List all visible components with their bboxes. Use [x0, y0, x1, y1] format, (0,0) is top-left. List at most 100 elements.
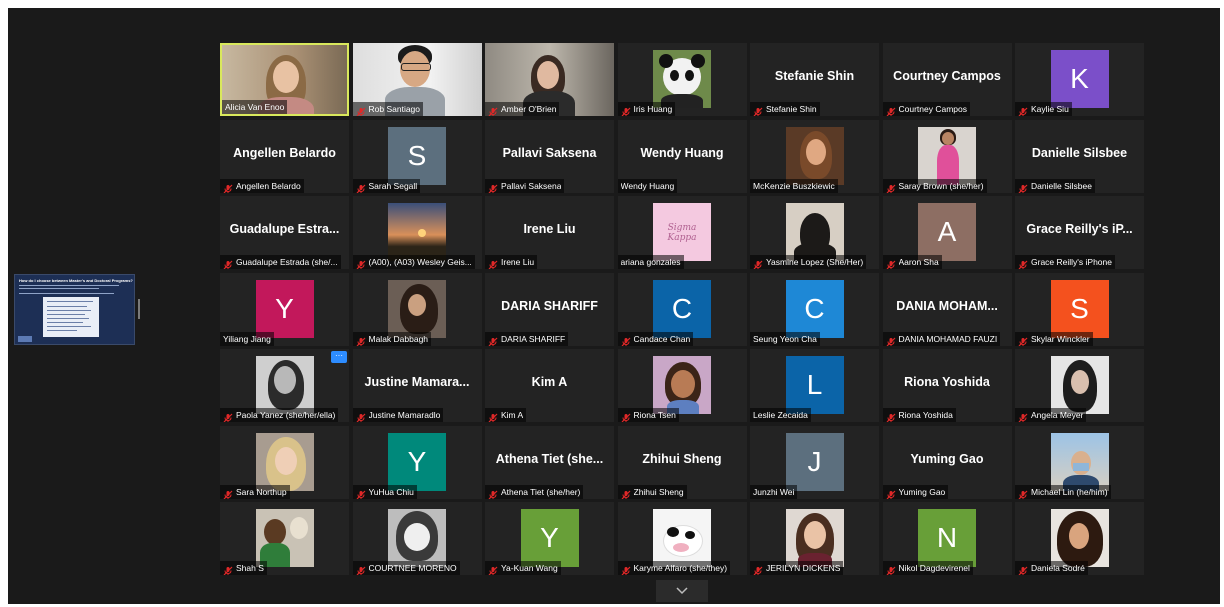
- participant-name: Junzhi Wei: [753, 486, 795, 497]
- name-bar: Sara Northup: [220, 484, 290, 499]
- participant-tile-wendy-huang[interactable]: Wendy Huang Wendy Huang: [617, 119, 747, 193]
- participant-tile-courtnee-moreno[interactable]: COURTNEE MORENO: [352, 502, 482, 575]
- participant-tile-dania-mohamad-fauzi[interactable]: DANIA MOHAM... DANIA MOHAMAD FAUZI: [882, 272, 1012, 346]
- participant-tile-shah-s[interactable]: Shah S: [220, 502, 349, 575]
- name-bar: Courtney Campos: [882, 102, 971, 116]
- resize-handle[interactable]: [138, 299, 140, 319]
- participant-tile-a00-a03-wesley-geis[interactable]: (A00), (A03) Wesley Geis...: [352, 196, 482, 269]
- participant-tile-rob-santiago[interactable]: Rob Santiago: [352, 43, 482, 116]
- microphone-muted-icon: [621, 104, 631, 116]
- participant-tile-alicia-van-enoo[interactable]: Alicia Van Enoo: [220, 43, 349, 116]
- participant-tile-seung-yeon-cha[interactable]: C Seung Yeon Cha: [750, 272, 879, 346]
- participant-tile-angellen-belardo[interactable]: Angellen Belardo Angellen Belardo: [220, 119, 349, 193]
- gallery-grid: Alicia Van Enoo Rob Santiago Amber O'Brien…: [220, 43, 1144, 575]
- participant-tile-sarah-segall[interactable]: S Sarah Segall: [352, 119, 482, 193]
- participant-display-name: DANIA MOHAM...: [896, 298, 998, 313]
- name-bar: Athena Tiet (she/her): [485, 484, 584, 499]
- participant-name: Karyme Alfaro (she/they): [633, 563, 728, 573]
- participant-tile-ariana-gonzales[interactable]: Sigma Kappa ariana gonzales: [617, 196, 747, 269]
- participant-tile-mckenzie-buszkiewic[interactable]: McKenzie Buszkiewic: [750, 119, 879, 193]
- portrait-blonde: [255, 432, 314, 491]
- portrait-bw: [255, 356, 314, 414]
- participant-tile-iris-huang[interactable]: Iris Huang: [617, 43, 747, 116]
- portrait-light: [1050, 356, 1109, 414]
- participant-display-name: Stefanie Shin: [774, 69, 855, 83]
- participant-tile-yasmine-lopez-she-her[interactable]: Yasmine Lopez (She/Her): [750, 196, 879, 269]
- participant-tile-junzhi-wei[interactable]: J Junzhi Wei: [750, 425, 879, 499]
- participant-tile-yuming-gao[interactable]: Yuming Gao Yuming Gao: [882, 425, 1012, 499]
- shared-screen-title: How do I choose between Master's and Doc…: [19, 278, 133, 283]
- participant-name: Michael Lin (he/him): [1031, 486, 1108, 497]
- participant-tile-kim-a[interactable]: Kim A Kim A: [485, 349, 614, 422]
- microphone-muted-icon: [488, 181, 498, 193]
- participant-name: JERILYN DICKENS: [766, 563, 841, 573]
- more-options-button[interactable]: ···: [331, 351, 347, 363]
- participant-tile-amber-o-brien[interactable]: Amber O'Brien: [485, 43, 614, 116]
- participant-tile-danielle-silsbee[interactable]: Danielle Silsbee Danielle Silsbee: [1015, 119, 1144, 193]
- participant-tile-aaron-sha[interactable]: A Aaron Sha: [882, 196, 1012, 269]
- participant-tile-yuhua-chiu[interactable]: Y YuHua Chiu: [352, 425, 482, 499]
- participant-tile-pallavi-saksena[interactable]: Pallavi Saksena Pallavi Saksena: [485, 119, 614, 193]
- participant-tile-jerilyn-dickens[interactable]: JERILYN DICKENS: [750, 502, 879, 575]
- name-bar: Grace Reilly's iPhone: [1015, 255, 1115, 269]
- participant-name: Leslie Zecaida: [753, 410, 808, 420]
- name-bar: Iris Huang: [617, 102, 676, 116]
- participant-tile-guadalupe-estrada-she[interactable]: Guadalupe Estra... Guadalupe Estrada (she…: [220, 196, 349, 269]
- participant-tile-courtney-campos[interactable]: Courtney Campos Courtney Campos: [882, 43, 1012, 116]
- participant-display-name: Kim A: [531, 375, 568, 389]
- participant-tile-leslie-zecaida[interactable]: L Leslie Zecaida: [750, 349, 879, 422]
- participant-name: Sarah Segall: [368, 180, 418, 191]
- slide-text-line: [19, 285, 119, 286]
- microphone-muted-icon: [1018, 334, 1028, 346]
- shared-screen-thumbnail[interactable]: How do I choose between Master's and Doc…: [14, 274, 135, 345]
- participant-tile-yiliang-jiang[interactable]: Y Yiliang Jiang: [220, 272, 349, 346]
- participant-name: DARIA SHARIFF: [501, 333, 566, 344]
- participant-tile-stefanie-shin[interactable]: Stefanie Shin Stefanie Shin: [750, 43, 879, 116]
- participant-name: Malak Dabbagh: [368, 333, 429, 344]
- participant-tile-sara-northup[interactable]: Sara Northup: [220, 425, 349, 499]
- portrait-smile: [785, 509, 844, 567]
- microphone-muted-icon: [1018, 104, 1028, 116]
- show-more-button[interactable]: [656, 580, 708, 602]
- microphone-muted-icon: [886, 257, 896, 269]
- participant-display-name: Athena Tiet (she...: [495, 451, 604, 466]
- participant-name: (A00), (A03) Wesley Geis...: [368, 257, 472, 267]
- microphone-muted-icon: [356, 487, 366, 499]
- participant-tile-michael-lin-he-him[interactable]: Michael Lin (he/him): [1015, 425, 1144, 499]
- microphone-muted-icon: [356, 410, 366, 422]
- participant-tile-malak-dabbagh[interactable]: Malak Dabbagh: [352, 272, 482, 346]
- portrait-cartoon: [255, 509, 314, 567]
- participant-tile-daniela-sodr[interactable]: Daniela Sodré: [1015, 502, 1144, 575]
- participant-tile-ya-kuan-wang[interactable]: Y Ya-Kuan Wang: [485, 502, 614, 575]
- participant-tile-riona-tsen[interactable]: Riona Tsen: [617, 349, 747, 422]
- participant-tile-paola-yanez-she-her-ella[interactable]: ··· Paola Yanez (she/her/ella): [220, 349, 349, 422]
- participant-name: Daniela Sodré: [1031, 563, 1085, 573]
- participant-tile-athena-tiet-she-her[interactable]: Athena Tiet (she... Athena Tiet (she/her): [485, 425, 614, 499]
- name-bar: Kaylie Siu: [1015, 102, 1072, 116]
- participant-tile-candace-chan[interactable]: C Candace Chan: [617, 272, 747, 346]
- name-bar: Rob Santiago: [352, 102, 424, 116]
- participant-name: Kaylie Siu: [1031, 104, 1069, 114]
- participant-tile-angela-meyer[interactable]: Angela Meyer: [1015, 349, 1144, 422]
- participant-tile-saray-brown-she-her[interactable]: Saray Brown (she/her): [882, 119, 1012, 193]
- participant-name: Yuming Gao: [898, 486, 946, 497]
- name-bar: Malak Dabbagh: [352, 331, 432, 346]
- name-bar: Nikol Dagdevirenel: [882, 561, 973, 575]
- participant-tile-karyme-alfaro-she-they[interactable]: Karyme Alfaro (she/they): [617, 502, 747, 575]
- participant-name: Kim A: [501, 410, 524, 420]
- participant-name: Saray Brown (she/her): [898, 180, 984, 191]
- participant-tile-daria-shariff[interactable]: DARIA SHARIFF DARIA SHARIFF: [485, 272, 614, 346]
- avatar: Y: [255, 279, 314, 338]
- name-bar: Candace Chan: [617, 331, 694, 346]
- participant-tile-grace-reilly-s-iphone[interactable]: Grace Reilly's iP... Grace Reilly's iPhon…: [1015, 196, 1144, 269]
- participant-tile-justine-mamaradlo[interactable]: Justine Mamara... Justine Mamaradlo: [352, 349, 482, 422]
- microphone-muted-icon: [753, 104, 763, 116]
- participant-tile-irene-liu[interactable]: Irene Liu Irene Liu: [485, 196, 614, 269]
- participant-tile-kaylie-siu[interactable]: K Kaylie Siu: [1015, 43, 1144, 116]
- participant-tile-riona-yoshida[interactable]: Riona Yoshida Riona Yoshida: [882, 349, 1012, 422]
- participant-display-name: Angellen Belardo: [233, 145, 336, 160]
- participant-tile-skylar-winckler[interactable]: S Skylar Winckler: [1015, 272, 1144, 346]
- participant-name: Zhihui Sheng: [633, 486, 684, 497]
- participant-tile-zhihui-sheng[interactable]: Zhihui Sheng Zhihui Sheng: [617, 425, 747, 499]
- participant-tile-nikol-dagdevirenel[interactable]: N Nikol Dagdevirenel: [882, 502, 1012, 575]
